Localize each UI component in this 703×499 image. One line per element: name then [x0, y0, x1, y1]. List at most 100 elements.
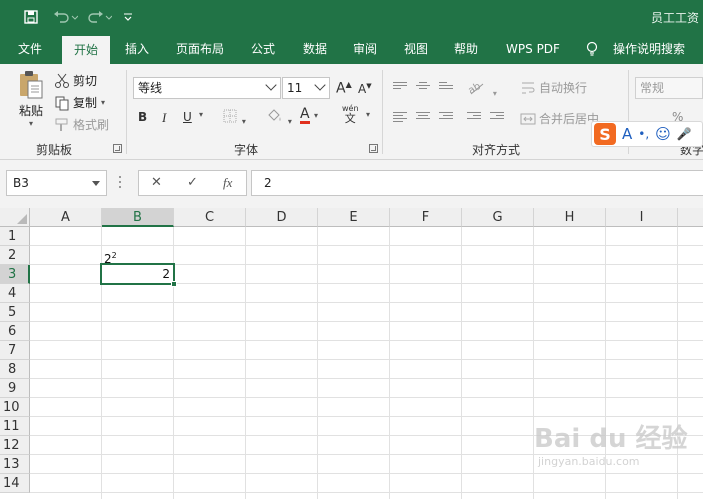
row-header-5[interactable]: 5 [0, 303, 30, 322]
clipboard-group-label: 剪贴板 [36, 143, 73, 157]
row-header-1[interactable]: 1 [0, 227, 30, 246]
chevron-down-icon[interactable] [92, 181, 100, 186]
format-painter-label: 格式刷 [73, 118, 110, 132]
save-icon[interactable] [20, 7, 42, 27]
merge-cells-icon [520, 111, 536, 127]
ime-toolbar[interactable]: S A •, ☺ 🎤 [591, 121, 703, 147]
increase-indent-icon[interactable] [490, 112, 504, 124]
row-header-12[interactable]: 12 [0, 436, 30, 455]
borders-button[interactable]: ▾ [222, 108, 246, 127]
row-header-2[interactable]: 2 [0, 246, 30, 265]
ime-punctuation-icon[interactable]: •, [638, 127, 649, 141]
font-name-select[interactable]: 等线 [133, 77, 281, 99]
tab-file[interactable]: 文件 [10, 34, 50, 64]
cancel-icon[interactable]: ✕ [151, 171, 162, 195]
name-box[interactable]: B3 [6, 170, 107, 196]
tab-formulas[interactable]: 公式 [244, 34, 282, 64]
align-top-icon[interactable] [393, 82, 407, 94]
column-header-e[interactable]: E [318, 208, 390, 227]
ime-voice-icon[interactable]: 🎤 [677, 127, 692, 141]
row-header-14[interactable]: 14 [0, 474, 30, 493]
phonetic-dropdown-icon[interactable]: ▾ [366, 110, 370, 119]
baidu-watermark: Bai du 经验 [534, 424, 688, 454]
ime-emoji-icon[interactable]: ☺ [655, 125, 671, 143]
paste-button[interactable]: 粘贴 ▾ [14, 70, 48, 132]
tab-data[interactable]: 数据 [296, 34, 334, 64]
cut-button[interactable]: 剪切 [54, 72, 97, 89]
increase-font-size-button[interactable]: A▲ [336, 80, 352, 97]
italic-button[interactable]: I [162, 110, 166, 126]
bold-button[interactable]: B [138, 110, 147, 124]
customize-quick-access-icon[interactable] [120, 7, 136, 27]
column-header-d[interactable]: D [246, 208, 318, 227]
paint-bucket-icon [266, 109, 284, 127]
ime-mode-icon[interactable]: A [622, 125, 632, 143]
column-header-c[interactable]: C [174, 208, 246, 227]
tell-me-search[interactable]: 操作说明搜索 [608, 34, 690, 64]
underline-button[interactable]: U [183, 110, 192, 124]
align-middle-icon[interactable] [416, 82, 430, 94]
undo-icon[interactable] [50, 7, 80, 27]
phonetic-guide-button[interactable]: wén 文 [342, 104, 359, 125]
row-header-13[interactable]: 13 [0, 455, 30, 474]
copy-button[interactable]: 复制 ▾ [54, 94, 105, 111]
clipboard-dialog-launcher-icon[interactable] [113, 144, 122, 153]
merge-center-button[interactable]: 合并后居中 [520, 110, 599, 127]
column-header-i[interactable]: I [606, 208, 678, 227]
align-right-icon[interactable] [439, 112, 453, 124]
gridline [30, 321, 703, 322]
row-header-6[interactable]: 6 [0, 322, 30, 341]
insert-function-icon[interactable]: fx [223, 171, 232, 195]
gridline [30, 340, 703, 341]
column-header-b[interactable]: B [102, 208, 174, 227]
column-header-a[interactable]: A [30, 208, 102, 227]
number-format-value: 常规 [640, 81, 665, 95]
phonetic-bottom: 文 [344, 112, 356, 125]
gridline [389, 227, 390, 499]
gridline [245, 227, 246, 499]
chevron-down-icon [265, 79, 277, 91]
column-header-h[interactable]: H [534, 208, 606, 227]
underline-dropdown-icon[interactable]: ▾ [199, 110, 203, 119]
grow-font-glyph: A [336, 80, 346, 97]
tab-help[interactable]: 帮助 [447, 34, 485, 64]
column-header-f[interactable]: F [390, 208, 462, 227]
row-header-10[interactable]: 10 [0, 398, 30, 417]
row-header-7[interactable]: 7 [0, 341, 30, 360]
column-header-j[interactable] [678, 208, 703, 227]
number-format-select[interactable]: 常规 [635, 77, 703, 99]
enter-icon[interactable]: ✓ [187, 171, 198, 195]
align-bottom-icon[interactable] [439, 82, 453, 94]
wrap-text-button[interactable]: 自动换行 [520, 79, 587, 96]
orientation-button[interactable]: ab ▾ [466, 78, 496, 99]
row-header-11[interactable]: 11 [0, 417, 30, 436]
font-dialog-launcher-icon[interactable] [369, 144, 378, 153]
row-header-9[interactable]: 9 [0, 379, 30, 398]
tab-insert[interactable]: 插入 [118, 34, 156, 64]
column-header-g[interactable]: G [462, 208, 534, 227]
tab-view[interactable]: 视图 [397, 34, 435, 64]
redo-icon[interactable] [84, 7, 114, 27]
decrease-indent-icon[interactable] [467, 112, 481, 124]
select-all-button[interactable] [0, 208, 30, 227]
row-header-8[interactable]: 8 [0, 360, 30, 379]
font-size-select[interactable]: 11 [282, 77, 330, 99]
row-header-4[interactable]: 4 [0, 284, 30, 303]
fill-handle[interactable] [171, 281, 177, 287]
align-center-icon[interactable] [416, 112, 430, 124]
tab-review[interactable]: 审阅 [346, 34, 384, 64]
gridline [30, 359, 703, 360]
format-painter-button[interactable]: 格式刷 [54, 116, 109, 133]
fill-color-button[interactable]: ▾ [266, 108, 292, 127]
tab-wps-pdf[interactable]: WPS PDF [500, 34, 566, 64]
row-header-3[interactable]: 3 [0, 265, 30, 284]
decrease-font-size-button[interactable]: A▼ [358, 82, 372, 96]
font-color-button[interactable]: A ▾ [300, 106, 318, 124]
lightbulb-icon [582, 34, 602, 64]
tab-home[interactable]: 开始 [62, 36, 110, 64]
formula-input[interactable]: 2 [251, 170, 703, 196]
gridline [317, 227, 318, 499]
formula-bar-grip[interactable] [119, 176, 122, 190]
align-left-icon[interactable] [393, 112, 407, 124]
tab-page-layout[interactable]: 页面布局 [170, 34, 230, 64]
